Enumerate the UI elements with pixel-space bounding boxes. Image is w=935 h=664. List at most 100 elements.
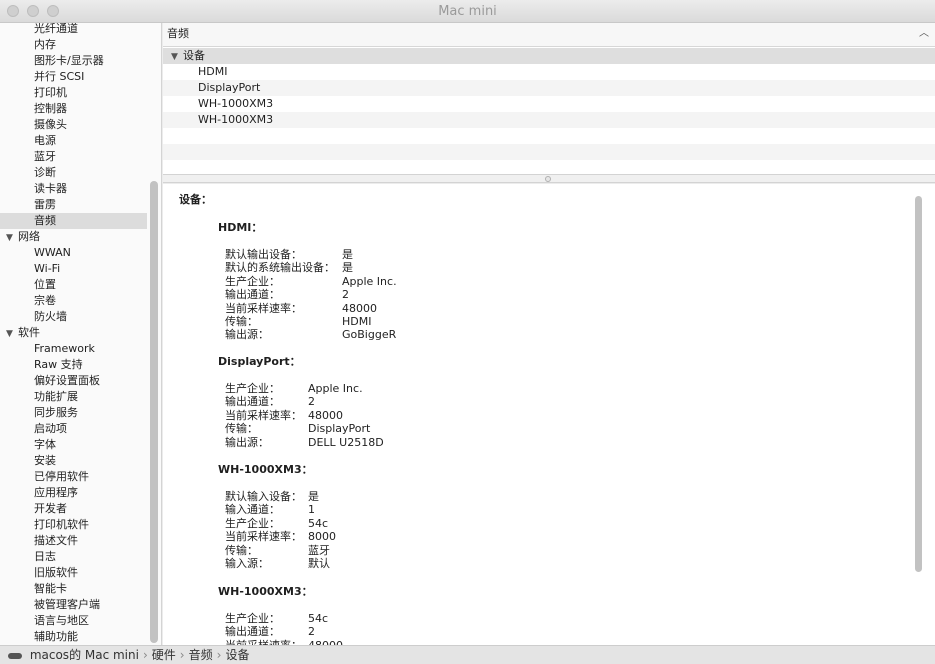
device-list-row[interactable]: HDMI [163, 64, 935, 80]
property-key: 当前采样速率： [225, 301, 302, 315]
sidebar-item-label: 读卡器 [34, 182, 67, 195]
sidebar-item[interactable]: 蓝牙 [0, 149, 147, 165]
detail-scrollbar[interactable] [915, 196, 922, 572]
property-value: 48000 [342, 301, 377, 315]
sidebar-item-label: 网络 [18, 230, 40, 243]
property-value: 是 [342, 261, 353, 275]
column-header-label: 音频 [167, 27, 189, 40]
device-list-row[interactable]: WH-1000XM3 [163, 96, 935, 112]
sidebar-item[interactable]: 图形卡/显示器 [0, 53, 147, 69]
sidebar-item[interactable]: 日志 [0, 549, 147, 565]
device-list-row[interactable]: WH-1000XM3 [163, 112, 935, 128]
path-separator: › [179, 648, 185, 662]
sidebar-item[interactable]: 字体 [0, 437, 147, 453]
sidebar-item-label: 光纤通道 [34, 23, 78, 35]
sidebar-item-label: 控制器 [34, 102, 67, 115]
property-key: 输入源： [225, 557, 269, 570]
property-key: 输出通道： [225, 625, 280, 639]
sidebar-item[interactable]: 音频 [0, 213, 147, 229]
device-name: WH-1000XM3： [218, 585, 313, 598]
property-key: 传输： [225, 543, 258, 557]
sidebar-scrollbar[interactable] [150, 181, 158, 643]
sidebar-item-label: 应用程序 [34, 486, 78, 499]
property-key: 输出源： [225, 328, 269, 342]
sidebar-item[interactable]: 辅助功能 [0, 629, 147, 645]
property-value: 54c [308, 516, 329, 530]
column-header[interactable]: 音频 ︿ [163, 23, 935, 47]
device-list-pane: 音频 ︿ ▼ 设备 HDMI DisplayPort WH-1000XM3 WH-1000… [163, 23, 935, 174]
sidebar-item-label: 图形卡/显示器 [34, 54, 104, 67]
sidebar-item-label: 内存 [34, 38, 56, 51]
mac-mini-icon [8, 652, 22, 659]
sidebar-item[interactable]: 被管理客户端 [0, 597, 147, 613]
sidebar-item[interactable]: 智能卡 [0, 581, 147, 597]
sidebar-item[interactable]: 电源 [0, 133, 147, 149]
disclosure-triangle-icon[interactable]: ▼ [171, 49, 183, 65]
sidebar-item[interactable]: 功能扩展 [0, 389, 147, 405]
sidebar-item[interactable]: 内存 [0, 37, 147, 53]
property-key: 输出源： [225, 435, 269, 449]
property-value: 1 [308, 503, 315, 517]
sidebar-item-label: 软件 [18, 326, 40, 339]
device-name: WH-1000XM3： [218, 463, 313, 476]
sidebar-item-label: 雷雳 [34, 198, 56, 211]
sidebar-item-label: 辅助功能 [34, 630, 78, 643]
window-title: Mac mini [438, 4, 497, 19]
sidebar-item[interactable]: 启动项 [0, 421, 147, 437]
sidebar-item[interactable]: 打印机 [0, 85, 147, 101]
device-list-row[interactable]: DisplayPort [163, 80, 935, 96]
sidebar-item[interactable]: Raw 支持 [0, 357, 147, 373]
sidebar-item-label: 打印机 [34, 86, 67, 99]
list-group-row[interactable]: ▼ 设备 [163, 48, 935, 64]
sidebar-item[interactable]: 打印机软件 [0, 517, 147, 533]
property-value: 是 [342, 248, 353, 261]
device-name: HDMI： [218, 221, 263, 234]
property-value: 2 [308, 625, 315, 639]
sidebar-tree[interactable]: 光纤通道内存图形卡/显示器并行 SCSI 打印机控制器摄像头 电源 蓝牙 诊断 读卡器雷雳… [0, 23, 162, 645]
sidebar-item[interactable]: 光纤通道 [0, 23, 147, 37]
sidebar-item[interactable]: 偏好设置面板 [0, 373, 147, 389]
sidebar-item[interactable]: 读卡器 [0, 181, 147, 197]
sidebar-item[interactable]: 描述文件 [0, 533, 147, 549]
path-segment[interactable]: 音频 [189, 648, 213, 662]
sidebar-item[interactable]: 并行 SCSI [0, 69, 147, 85]
sidebar-item[interactable]: 同步服务 [0, 405, 147, 421]
sidebar-group[interactable]: ▼ 软件 [0, 325, 147, 341]
disclosure-triangle-icon[interactable]: ▼ [6, 230, 18, 246]
pane-splitter[interactable] [163, 174, 935, 183]
sidebar-item[interactable]: 摄像头 [0, 117, 147, 133]
empty-list-row [163, 144, 935, 160]
disclosure-triangle-icon[interactable]: ▼ [6, 326, 18, 342]
property-value: 2 [308, 395, 315, 409]
sidebar-item[interactable]: 控制器 [0, 101, 147, 117]
sidebar-item[interactable]: 防火墙 [0, 309, 147, 325]
sidebar-item[interactable]: 安装 [0, 453, 147, 469]
sort-chevron-up-icon[interactable]: ︿ [919, 23, 929, 45]
sidebar-item[interactable]: 宗卷 [0, 293, 147, 309]
sidebar-group[interactable]: ▼ 网络 [0, 229, 147, 245]
sidebar-item[interactable]: WWAN [0, 245, 147, 261]
sidebar-item-label: 字体 [34, 438, 56, 451]
sidebar-item[interactable]: 雷雳 [0, 197, 147, 213]
sidebar-item[interactable]: 诊断 [0, 165, 147, 181]
path-segment[interactable]: macos的 Mac mini [30, 648, 139, 662]
sidebar-item[interactable]: 已停用软件 [0, 469, 147, 485]
property-value: GoBiggeR [342, 328, 397, 342]
property-key: 生产企业： [225, 274, 280, 288]
property-key: 生产企业： [225, 612, 280, 625]
property-value: 是 [308, 490, 319, 503]
path-segment[interactable]: 硬件 [152, 648, 176, 662]
sidebar-item[interactable]: 语言与地区 [0, 613, 147, 629]
sidebar-item[interactable]: Framework [0, 341, 147, 357]
property-key: 生产企业： [225, 516, 280, 530]
sidebar-item[interactable]: 旧版软件 [0, 565, 147, 581]
sidebar-item[interactable]: 位置 [0, 277, 147, 293]
property-value: DisplayPort [308, 422, 371, 436]
sidebar-item-label: 智能卡 [34, 582, 67, 595]
sidebar-item[interactable]: 应用程序 [0, 485, 147, 501]
splitter-handle-icon[interactable] [545, 176, 551, 182]
sidebar-item[interactable]: Wi-Fi [0, 261, 147, 277]
path-segment[interactable]: 设备 [225, 648, 249, 662]
path-separator: › [142, 648, 148, 662]
sidebar-item[interactable]: 开发者 [0, 501, 147, 517]
